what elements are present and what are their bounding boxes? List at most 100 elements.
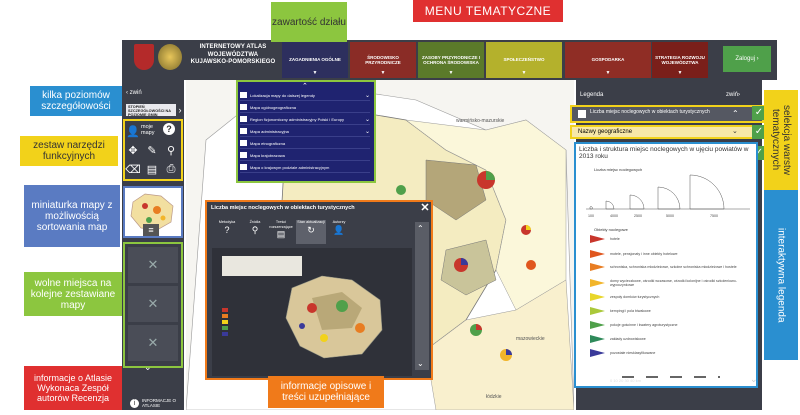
- dropdown-item[interactable]: Mapa etnograficzna: [240, 138, 370, 149]
- eraser-icon[interactable]: ⌫: [125, 161, 141, 177]
- callout-atlas-info: informacje o Atlasie Wykonaca Zespół aut…: [24, 366, 122, 410]
- tab-authors[interactable]: Autorzy 👤: [326, 220, 352, 244]
- login-button[interactable]: Zaloguj ›: [723, 46, 771, 72]
- scale-bar: 0 10 20 30 40 km: [600, 376, 750, 384]
- print-icon[interactable]: ⎙: [163, 161, 179, 177]
- legend-size-label: Liczba miejsc noclegowych: [594, 167, 643, 172]
- callout-tools: zestaw narzędzi funkcyjnych: [20, 136, 118, 166]
- empty-slot-close-icon[interactable]: ✕: [128, 247, 178, 283]
- legend-structure-label: Obiekty noclegowe: [594, 227, 628, 232]
- menu-society[interactable]: SPOŁECZEŃSTWO ▼: [486, 42, 562, 78]
- tab-sources[interactable]: Źródła ⚲: [242, 220, 268, 244]
- legend-swatch: [590, 279, 605, 287]
- collapse-legend-button[interactable]: zwiń: [726, 92, 738, 98]
- locate-icon[interactable]: ✥: [125, 142, 141, 158]
- callout-section-content: zawartość działu: [271, 2, 347, 42]
- chevron-right-icon[interactable]: ›: [738, 92, 740, 98]
- document-icon: ▤: [276, 229, 286, 239]
- book-icon: [240, 128, 247, 134]
- popup-map-graphic: [222, 256, 383, 359]
- coat-of-arms-logo: [134, 44, 154, 70]
- atlas-title[interactable]: INTERNETOWY ATLAS WOJEWÓDZTWA KUJAWSKO-P…: [186, 44, 280, 74]
- callout-detail-levels: kilka poziomów szczegółowości: [30, 86, 122, 116]
- legend-row: schroniska, schroniska młodzieżowe, szko…: [590, 262, 750, 272]
- book-icon: [240, 140, 247, 146]
- my-maps-label[interactable]: moje mapy: [141, 124, 161, 140]
- search-icon: ⚲: [251, 224, 259, 235]
- atlas-info-button[interactable]: i INFORMACJE O ATLASIE: [128, 396, 180, 410]
- collapse-left-button[interactable]: ‹ zwiń: [126, 90, 180, 100]
- save-icon[interactable]: ▤: [144, 161, 160, 177]
- legend-size-symbols: [586, 174, 750, 210]
- callout-interactive-legend: interaktywna legenda: [764, 190, 798, 360]
- pencil-icon[interactable]: ✎: [144, 142, 160, 158]
- region-label-warminsko: warmińsko-mazurskie: [456, 118, 505, 124]
- chevron-down-icon[interactable]: ⌄: [732, 127, 738, 135]
- book-icon: [240, 164, 247, 170]
- legend-row: zakłady uzdrowiskowe: [590, 334, 646, 344]
- search-icon[interactable]: ⚲: [163, 142, 179, 158]
- layer-accommodation[interactable]: Liczba miejsc noclegowych w obiektach tu…: [570, 105, 764, 123]
- question-icon: ?: [224, 224, 230, 235]
- menu-strategy[interactable]: STRATEGIA ROZWOJU WOJEWÓDZTWA ▼: [652, 42, 708, 78]
- legend-swatch: [590, 321, 605, 329]
- empty-slot-close-icon[interactable]: ✕: [128, 325, 178, 361]
- callout-free-slots: wolne miejsca na kolejne zestawiane mapy: [24, 272, 122, 316]
- region-label-mazowieckie: mazowieckie: [516, 336, 545, 342]
- menu-economy[interactable]: GOSPODARKA ▼: [565, 42, 651, 78]
- legend-swatch: [590, 293, 605, 301]
- legend-row: pokoje gościnne i kwatery agroturystyczn…: [590, 320, 678, 330]
- dropdown-item[interactable]: Mapa administracyjna ⌄: [240, 126, 370, 137]
- popup-content: [212, 248, 412, 376]
- callout-thematic-menu: MENU TEMATYCZNE: [413, 0, 563, 22]
- chevron-down-icon[interactable]: ⌄: [417, 359, 424, 368]
- chevron-down-icon[interactable]: ⌄: [750, 374, 758, 385]
- detail-level-select[interactable]: STOPIEŃ SZCZEGÓŁOWOŚCI NA POZIOMIE GMIN: [126, 104, 176, 117]
- legend-swatch: [590, 235, 605, 243]
- legend-swatch: [590, 349, 605, 357]
- tab-extended-content[interactable]: Treści rozszerzające ▤: [266, 220, 296, 244]
- close-icon[interactable]: ✕: [419, 202, 431, 214]
- chevron-right-icon[interactable]: ›: [176, 104, 184, 116]
- book-icon: [578, 110, 586, 118]
- dropdown-item[interactable]: Mapa ogólnogeograficzna: [240, 102, 370, 113]
- legend-row: kempingi i pola biwakowe: [590, 306, 651, 316]
- popup-scrollbar[interactable]: ⌃ ⌄: [415, 222, 429, 370]
- chevron-down-icon[interactable]: ⌄: [144, 362, 152, 373]
- user-icon: 👤: [333, 224, 345, 235]
- legend-swatch: [590, 250, 605, 258]
- info-icon: i: [130, 398, 139, 408]
- legend-row: pozostałe niesklasyfikowane: [590, 348, 655, 358]
- dropdown-item[interactable]: Region fizjonomiczny administracyjny Pol…: [240, 114, 370, 125]
- dropdown-item[interactable]: Lokalizacja mapy do dalszej legendy ⌄: [240, 90, 370, 101]
- layer-geographic-names[interactable]: Nazwy geograficzne ⌄: [570, 125, 764, 139]
- legend-row: motele, pensjonaty i inne obiekty hotelo…: [590, 249, 750, 259]
- empty-slot-close-icon[interactable]: ✕: [128, 286, 178, 322]
- book-icon: [240, 92, 247, 98]
- menu-environment[interactable]: ŚRODOWISKO PRZYRODNICZE ▼: [350, 42, 416, 78]
- book-icon: [240, 116, 247, 122]
- dropdown-item[interactable]: Mapa krajobrazowa: [240, 150, 370, 161]
- tab-update-status[interactable]: Stan aktualizacji ↻: [296, 220, 326, 244]
- chevron-up-icon[interactable]: ⌃: [732, 109, 739, 118]
- help-icon[interactable]: ?: [163, 123, 175, 135]
- book-icon: [240, 152, 247, 158]
- chevron-up-icon[interactable]: ⌃: [417, 224, 424, 233]
- size-tick-labels: 100 4000 2500 5000 7500: [588, 214, 718, 218]
- legend-swatch: [590, 307, 605, 315]
- chevron-up-icon[interactable]: ⌃: [302, 82, 308, 90]
- tab-methodology[interactable]: Metodyka?: [214, 220, 240, 244]
- legend-row: hotele: [590, 234, 620, 244]
- sort-icon[interactable]: ≡: [143, 224, 159, 236]
- legend-section-title: Liczba i struktura miejsc noclegowych w …: [579, 146, 749, 160]
- callout-descriptive-info: informacje opisowe i treści uzupełniając…: [268, 376, 384, 408]
- dropdown-item[interactable]: Mapa o krajowym podziale administracyjny…: [240, 162, 370, 173]
- legend-row: zespoły domków turystycznych: [590, 292, 659, 302]
- popup-title: Liczba miejsc noclegowych w obiektach tu…: [211, 205, 355, 211]
- callout-layer-selection: selekcja warstw tematycznych: [764, 90, 798, 190]
- book-icon: [240, 104, 247, 110]
- menu-general[interactable]: ZAGADNIENIA OGÓLNE ▼: [282, 42, 348, 78]
- menu-natural-resources[interactable]: ZASOBY PRZYRODNICZE I OCHRONA ŚRODOWISKA…: [418, 42, 484, 78]
- region-label-lodzkie: łódzkie: [486, 394, 502, 400]
- user-icon[interactable]: 👤: [125, 123, 141, 139]
